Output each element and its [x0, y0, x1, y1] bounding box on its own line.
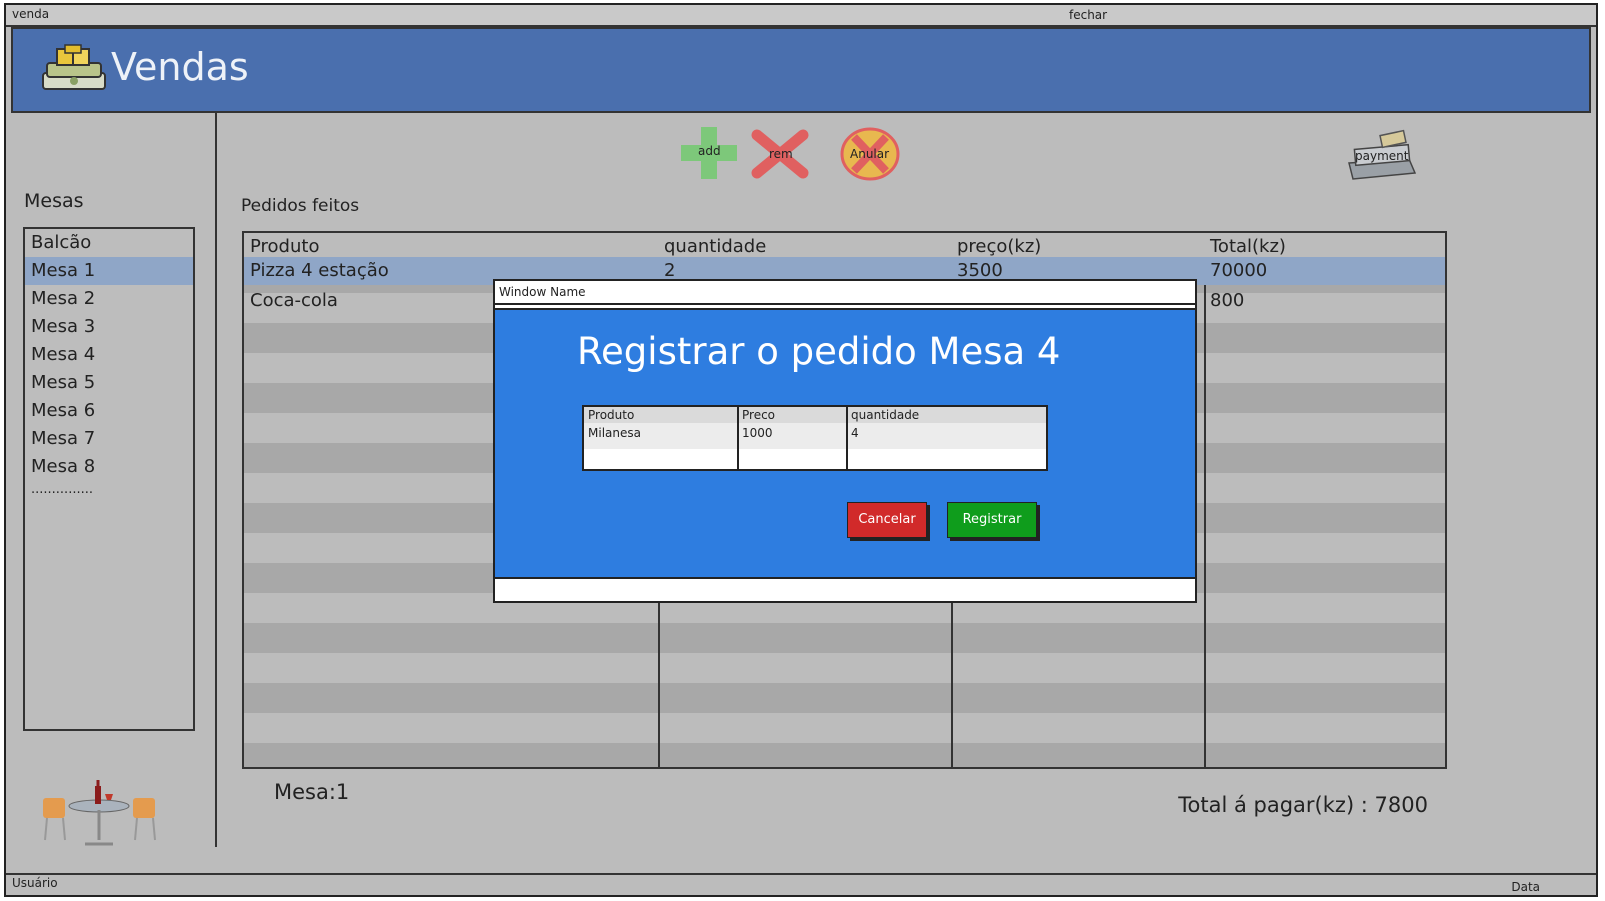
- money-stack-icon: [42, 44, 106, 90]
- column-header-preco: preço(kz): [957, 236, 1042, 257]
- mesa-item-2[interactable]: Mesa 2: [25, 285, 193, 313]
- mesa-item-3[interactable]: Mesa 3: [25, 313, 193, 341]
- dialog-col-quantidade: quantidade: [851, 408, 920, 422]
- payment-label: payment: [1355, 149, 1409, 163]
- remove-button[interactable]: rem: [751, 129, 809, 179]
- dialog-order-table[interactable]: Produto Preco quantidade Milanesa 1000 4: [582, 405, 1048, 471]
- cell-total: 70000: [1210, 260, 1268, 281]
- mesa-item-balcao[interactable]: Balcão: [25, 229, 193, 257]
- window-title: venda: [12, 7, 50, 21]
- status-date: Data: [1511, 880, 1540, 894]
- rem-label: rem: [769, 147, 793, 161]
- cell-total: 800: [1210, 290, 1245, 311]
- dialog-col-preco: Preco: [742, 408, 776, 422]
- dialog-col-produto: Produto: [588, 408, 635, 422]
- cell-preco: 3500: [957, 260, 1003, 281]
- mesa-list[interactable]: Balcão Mesa 1 Mesa 2 Mesa 3 Mesa 4 Mesa …: [23, 227, 195, 731]
- cancel-button[interactable]: Cancelar: [847, 502, 927, 538]
- cell-quantidade: 2: [664, 260, 676, 281]
- dialog-body: Registrar o pedido Mesa 4 Produto Preco …: [495, 308, 1195, 579]
- column-header-produto: Produto: [250, 236, 320, 257]
- register-button[interactable]: Registrar: [947, 502, 1037, 538]
- add-label: add: [698, 144, 721, 158]
- status-user: Usuário: [12, 876, 58, 890]
- dialog-cell-quantidade: 4: [851, 426, 859, 440]
- anular-button[interactable]: Anular: [840, 127, 900, 181]
- dialog-window-name: Window Name: [499, 285, 586, 299]
- total-to-pay: Total á pagar(kz) : 7800: [1178, 793, 1428, 817]
- mesa-item-8[interactable]: Mesa 8: [25, 453, 193, 481]
- register-order-dialog: Window Name Registrar o pedido Mesa 4 Pr…: [493, 279, 1197, 603]
- orders-label: Pedidos feitos: [241, 196, 360, 216]
- dialog-heading: Registrar o pedido Mesa 4: [577, 330, 1061, 373]
- mesa-item-1[interactable]: Mesa 1: [25, 257, 193, 285]
- mesas-label: Mesas: [24, 190, 84, 212]
- current-mesa: Mesa:1: [274, 780, 350, 804]
- mesa-item-7[interactable]: Mesa 7: [25, 425, 193, 453]
- dialog-table-row[interactable]: Milanesa 1000 4: [584, 423, 1046, 449]
- payment-button[interactable]: payment: [1343, 129, 1419, 183]
- dining-table-icon: [43, 780, 156, 846]
- sidebar-divider: [215, 113, 217, 847]
- dialog-cell-preco: 1000: [742, 426, 773, 440]
- column-header-total: Total(kz): [1210, 236, 1286, 257]
- mesa-item-6[interactable]: Mesa 6: [25, 397, 193, 425]
- page-title: Vendas: [111, 45, 249, 89]
- title-bar: venda fechar: [6, 5, 1596, 27]
- dialog-table-header: Produto Preco quantidade: [584, 407, 1046, 424]
- dialog-cell-produto: Milanesa: [588, 426, 641, 440]
- column-header-quantidade: quantidade: [664, 236, 767, 257]
- cell-produto: Pizza 4 estação: [250, 260, 389, 281]
- dialog-column-divider: [737, 407, 739, 469]
- mesa-item-4[interactable]: Mesa 4: [25, 341, 193, 369]
- more-indicator: ...............: [31, 482, 93, 497]
- dialog-column-divider: [846, 407, 848, 469]
- mesa-item-5[interactable]: Mesa 5: [25, 369, 193, 397]
- app-header: Vendas: [11, 27, 1591, 113]
- status-bar: Usuário Data: [6, 873, 1596, 895]
- anular-label: Anular: [850, 147, 890, 161]
- close-button[interactable]: fechar: [1069, 8, 1107, 22]
- cell-produto: Coca-cola: [250, 290, 338, 311]
- dialog-title-bar: Window Name: [495, 281, 1195, 305]
- add-button[interactable]: add: [681, 127, 737, 179]
